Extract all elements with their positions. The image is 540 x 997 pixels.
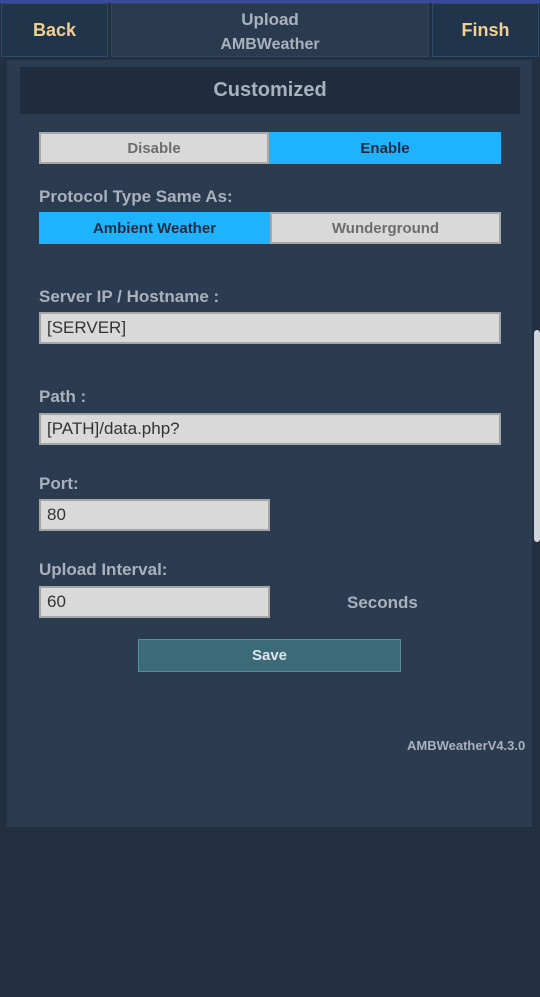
disable-toggle-button[interactable]: Disable [39, 132, 269, 164]
protocol-wunderground-button[interactable]: Wunderground [270, 212, 501, 244]
upload-interval-input[interactable] [39, 586, 270, 618]
page-title-line2: AMBWeather [220, 36, 320, 53]
port-label: Port: [39, 474, 79, 493]
port-input[interactable] [39, 499, 270, 531]
page-title-line1: Upload [241, 10, 299, 29]
page-title: Upload AMBWeather [111, 3, 429, 57]
save-button[interactable]: Save [138, 639, 401, 672]
settings-panel: Customized Disable Enable Protocol Type … [7, 60, 532, 827]
protocol-label: Protocol Type Same As: [39, 187, 233, 206]
section-title: Customized [20, 67, 520, 114]
upload-interval-label: Upload Interval: [39, 560, 168, 579]
version-label: AMBWeatherV4.3.0 [407, 738, 526, 753]
path-input[interactable] [39, 413, 501, 445]
enable-toggle-button[interactable]: Enable [269, 132, 501, 164]
interval-unit-label: Seconds [347, 593, 418, 612]
protocol-ambient-weather-button[interactable]: Ambient Weather [39, 212, 270, 244]
back-button[interactable]: Back [1, 3, 108, 57]
scrollbar[interactable] [534, 330, 540, 542]
path-label: Path : [39, 387, 87, 406]
finish-button[interactable]: Finsh [432, 3, 539, 57]
server-input[interactable] [39, 312, 501, 344]
server-label: Server IP / Hostname : [39, 287, 220, 306]
